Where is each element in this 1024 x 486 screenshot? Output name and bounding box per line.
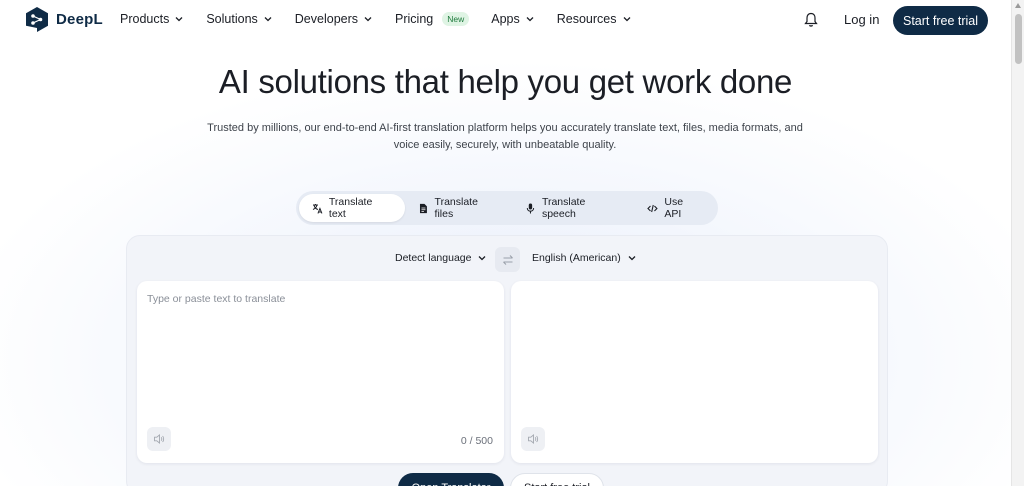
- menu-item-label: Pricing: [395, 12, 434, 26]
- tab-translate-text[interactable]: Translate text: [299, 194, 405, 222]
- swap-languages-button[interactable]: [495, 247, 520, 272]
- tab-use-api[interactable]: Use API: [634, 194, 715, 222]
- chevron-down-icon: [175, 17, 183, 22]
- bell-icon[interactable]: [804, 12, 818, 28]
- language-selector-row: Detect language English (American): [127, 247, 889, 272]
- scroll-up-arrow-icon[interactable]: [1015, 3, 1021, 8]
- menu-item-apps[interactable]: Apps: [491, 12, 535, 26]
- translation-mode-tabs: Translate text Translate files Translate…: [296, 191, 718, 225]
- hero-subtitle: Trusted by millions, our end-to-end AI-f…: [207, 122, 803, 151]
- listen-target-button[interactable]: [521, 427, 545, 451]
- file-icon: [419, 203, 427, 213]
- start-free-trial-button[interactable]: Start free trial: [893, 6, 988, 35]
- microphone-icon: [526, 203, 535, 213]
- tab-label: Translate files: [434, 196, 478, 220]
- source-text-pane: 0 / 500: [137, 281, 504, 463]
- chevron-down-icon: [628, 256, 636, 261]
- menu-item-products[interactable]: Products: [120, 12, 184, 26]
- deepl-logo[interactable]: DeepL: [26, 7, 103, 32]
- menu-item-developers[interactable]: Developers: [295, 12, 373, 26]
- menu-item-label: Resources: [556, 12, 617, 26]
- tab-translate-speech[interactable]: Translate speech: [512, 194, 634, 222]
- deepl-logo-icon: [26, 7, 48, 32]
- target-language-select[interactable]: English (American): [532, 252, 637, 264]
- tab-label: Use API: [664, 196, 684, 220]
- chevron-down-icon: [623, 17, 630, 22]
- listen-source-button[interactable]: [147, 427, 171, 451]
- source-text-input[interactable]: [137, 281, 504, 421]
- menu-item-label: Developers: [294, 12, 359, 26]
- login-link[interactable]: Log in: [844, 12, 879, 27]
- swap-icon: [502, 254, 513, 265]
- menu-item-pricing[interactable]: Pricing New: [395, 12, 470, 26]
- tab-translate-files[interactable]: Translate files: [405, 194, 512, 222]
- code-icon: [647, 204, 659, 212]
- chevron-down-icon: [526, 17, 534, 22]
- menu-item-label: Apps: [491, 12, 520, 26]
- source-language-select[interactable]: Detect language: [395, 252, 487, 264]
- top-navigation: DeepL Products Solutions Developers Pric…: [0, 0, 1011, 40]
- menu-item-label: Products: [120, 12, 170, 26]
- start-free-trial-secondary-button[interactable]: Start free trial: [510, 473, 604, 486]
- scrollbar-thumb[interactable]: [1015, 14, 1022, 64]
- menu-item-solutions[interactable]: Solutions: [206, 12, 272, 26]
- main-menu: Products Solutions Developers Pricing Ne…: [120, 12, 654, 26]
- logo-text: DeepL: [56, 11, 103, 28]
- speaker-icon: [528, 434, 539, 444]
- translator-card: Detect language English (American) 0 / 5…: [126, 235, 888, 486]
- target-text-pane: [511, 281, 878, 463]
- chevron-down-icon: [479, 256, 486, 261]
- chevron-down-icon: [364, 17, 372, 22]
- tab-label: Translate speech: [541, 196, 586, 220]
- source-language-label: Detect language: [395, 252, 472, 264]
- menu-item-label: Solutions: [206, 12, 258, 26]
- hero-title: AI solutions that help you get work done: [218, 63, 793, 100]
- speaker-icon: [154, 434, 165, 444]
- open-translator-button[interactable]: Open Translator: [398, 473, 504, 486]
- chevron-down-icon: [264, 17, 272, 22]
- page-scrollbar[interactable]: [1011, 0, 1024, 486]
- new-badge: New: [442, 12, 470, 26]
- target-language-label: English (American): [532, 252, 621, 264]
- menu-item-resources[interactable]: Resources: [557, 12, 632, 26]
- character-counter: 0 / 500: [460, 435, 493, 447]
- tab-label: Translate text: [328, 196, 373, 220]
- translate-icon: [312, 203, 323, 214]
